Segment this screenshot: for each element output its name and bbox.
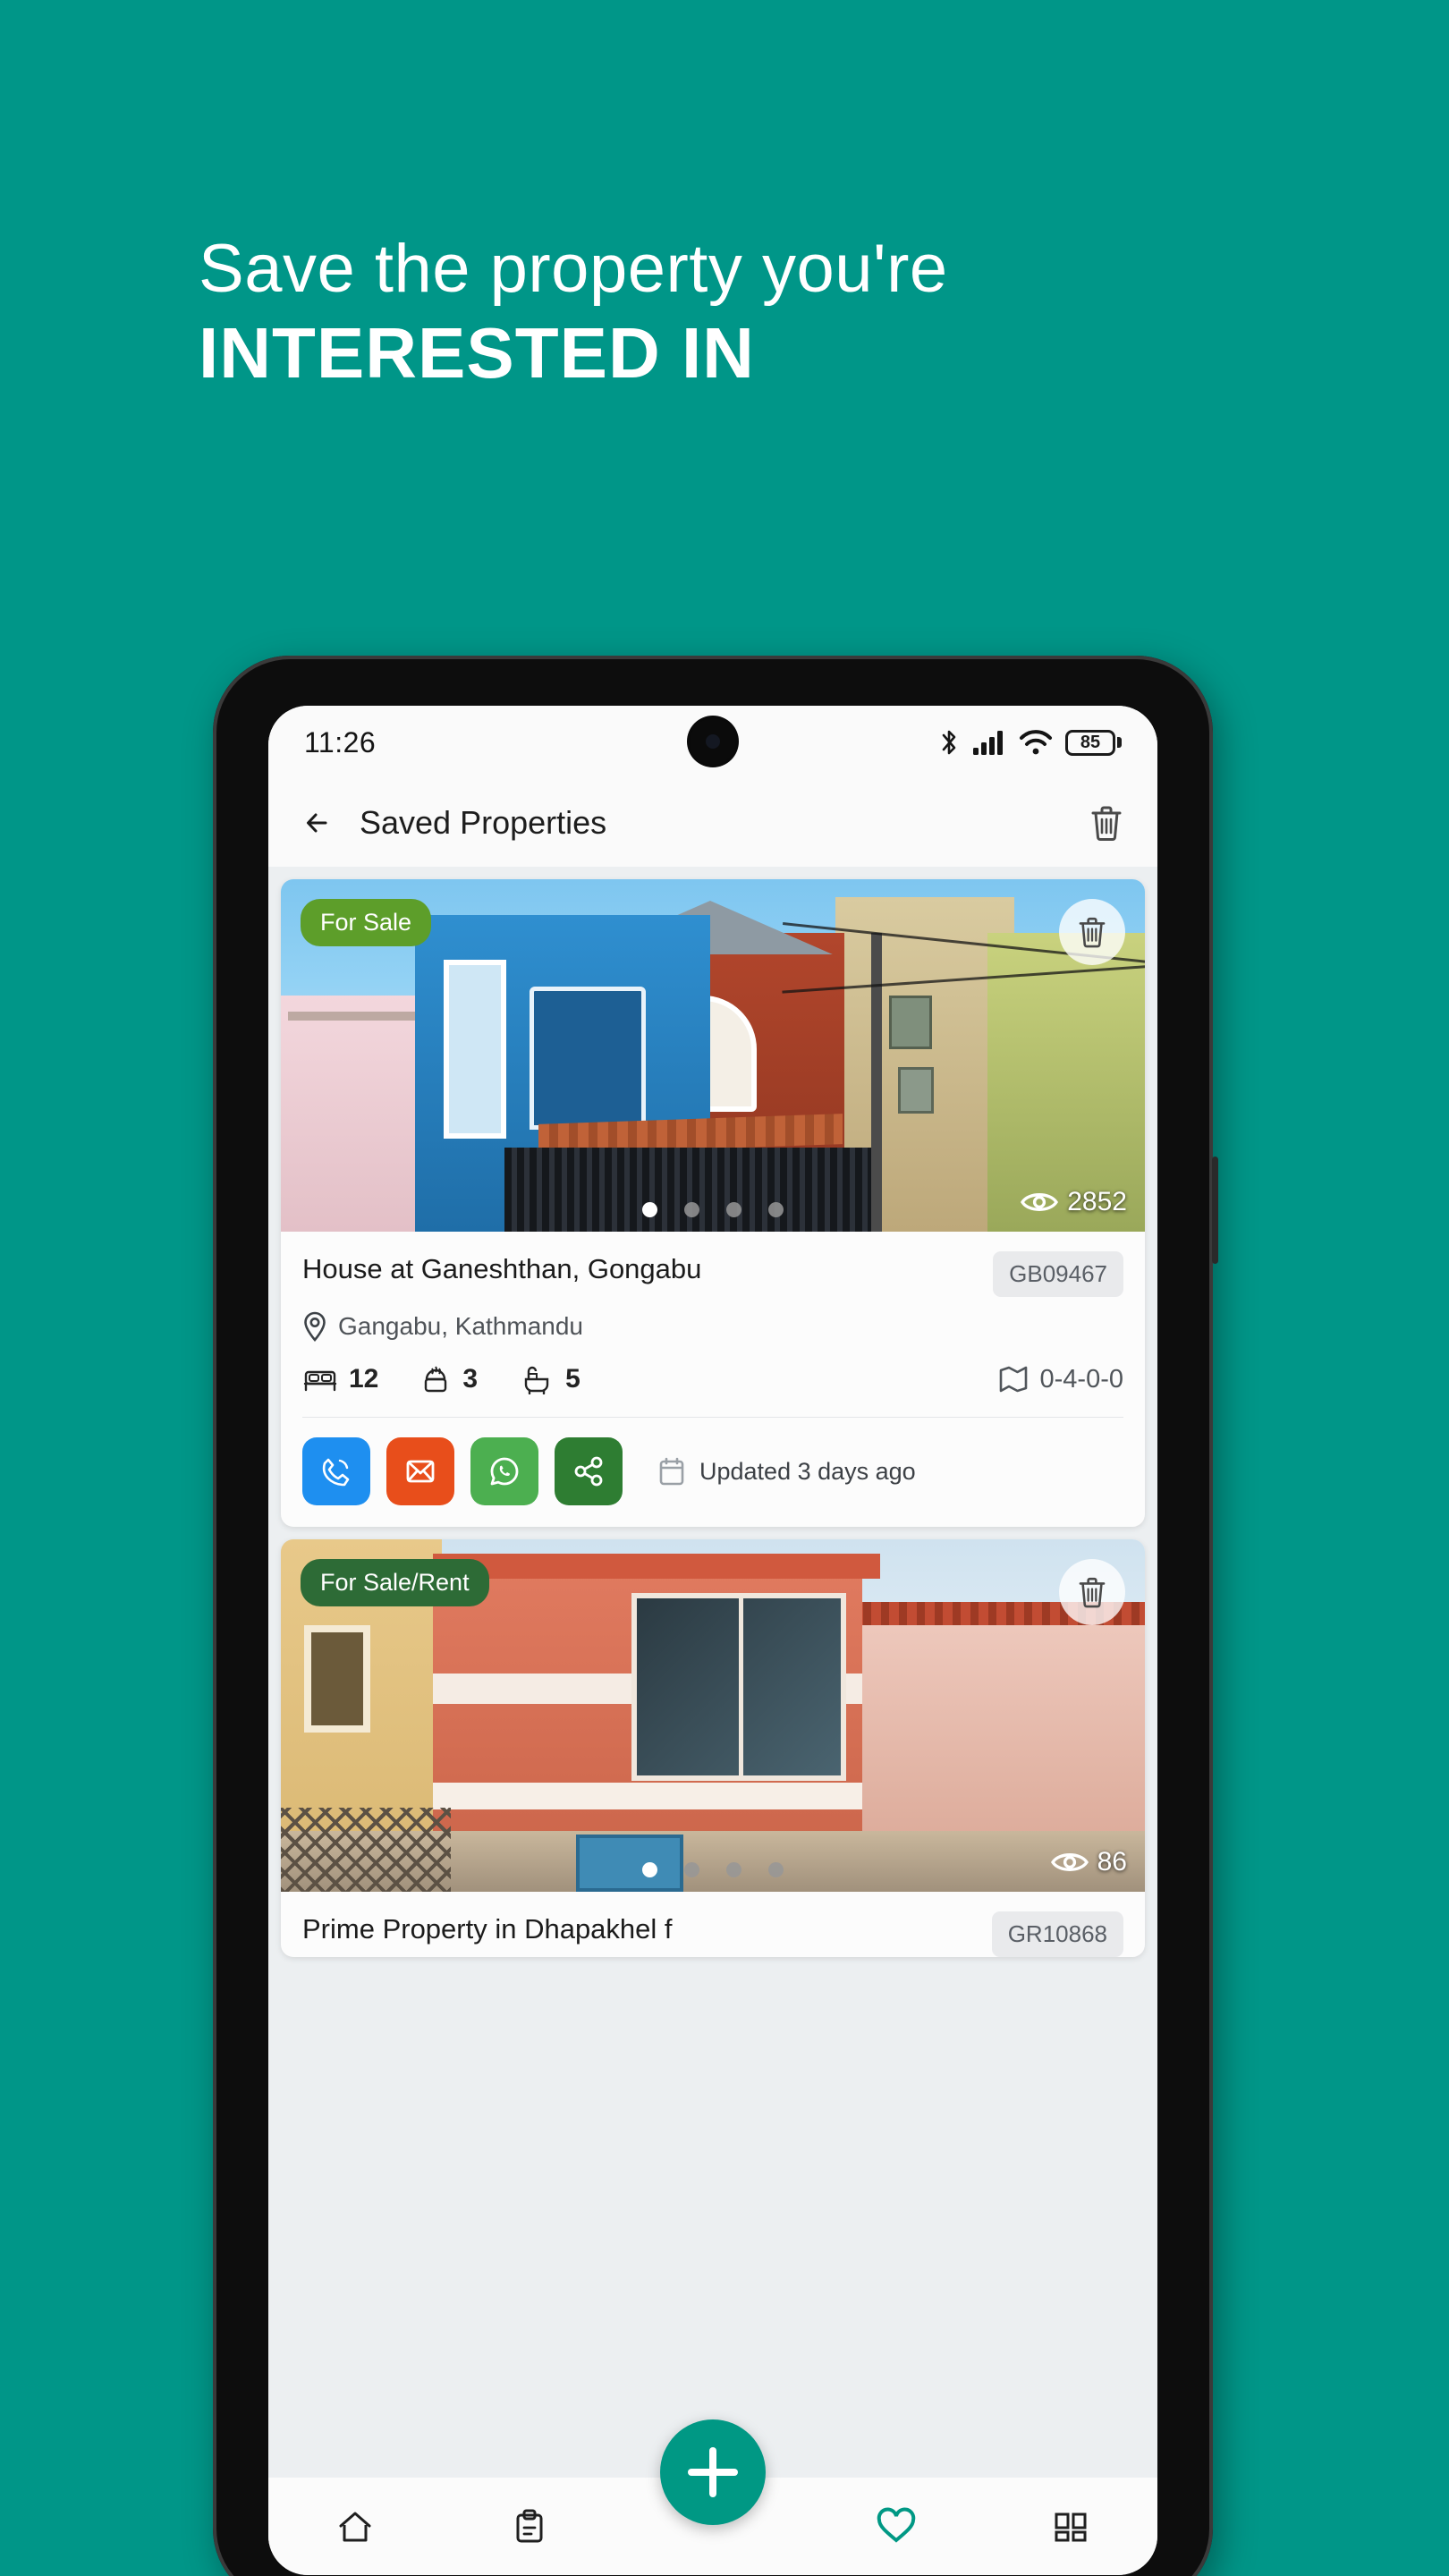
spec-bathrooms-value: 5 (565, 1364, 580, 1394)
nav-more[interactable] (983, 2506, 1157, 2547)
carousel-dot[interactable] (726, 1862, 741, 1877)
status-bar: 11:26 85 (268, 706, 1157, 779)
heart-icon (877, 2507, 915, 2543)
delete-all-button[interactable] (1086, 802, 1127, 843)
battery-icon: 85 (1065, 729, 1122, 756)
spec-kitchens-value: 3 (462, 1364, 479, 1394)
location-pin-icon (304, 1311, 326, 1342)
bluetooth-icon (942, 730, 956, 755)
spec-kitchens: 3 (419, 1363, 478, 1395)
share-button[interactable] (555, 1437, 623, 1505)
status-icons: 85 (938, 728, 1122, 757)
property-details: Prime Property in Dhapakhel f GR10868 (281, 1892, 1145, 1957)
add-property-fab[interactable] (660, 2419, 766, 2525)
calendar-icon (659, 1457, 684, 1486)
eye-icon (1021, 1193, 1059, 1211)
property-id-badge: GR10868 (991, 1911, 1123, 1957)
trash-icon (1091, 806, 1122, 841)
property-id-badge: GB09467 (993, 1251, 1123, 1297)
property-photo[interactable]: For Sale/Rent 86 (281, 1539, 1145, 1892)
grid-icon (1055, 2512, 1087, 2541)
carousel-dot[interactable] (768, 1202, 784, 1217)
whatsapp-button[interactable] (470, 1437, 538, 1505)
whatsapp-icon (490, 1457, 519, 1486)
share-icon (574, 1456, 603, 1487)
status-badge: For Sale (301, 899, 432, 946)
property-location-text: Gangabu, Kathmandu (338, 1312, 583, 1340)
page-title: Saved Properties (360, 804, 607, 841)
app-bar: Saved Properties (268, 779, 1157, 867)
carousel-dots[interactable] (642, 1862, 784, 1877)
saved-properties-list[interactable]: For Sale 2852 House at Ganeshthan, Gonga… (268, 867, 1157, 2498)
spec-bedrooms: 12 (302, 1364, 378, 1394)
property-specs: 12 3 5 0-4-0-0 (302, 1363, 1123, 1395)
wifi-icon (1020, 730, 1052, 755)
property-details: House at Ganeshthan, Gongabu GB09467 Gan… (281, 1232, 1145, 1527)
updated-info: Updated 3 days ago (657, 1455, 916, 1487)
trash-icon (1079, 917, 1106, 948)
land-area-icon (999, 1366, 1027, 1393)
carousel-dots[interactable] (642, 1202, 784, 1217)
property-actions: Updated 3 days ago (302, 1418, 1123, 1527)
nav-home[interactable] (268, 2506, 443, 2547)
carousel-dot[interactable] (684, 1202, 699, 1217)
email-button[interactable] (386, 1437, 454, 1505)
kitchen-icon (425, 1366, 447, 1393)
front-camera-punchhole (690, 718, 736, 765)
carousel-dot[interactable] (642, 1862, 657, 1877)
property-title: House at Ganeshthan, Gongabu (302, 1253, 702, 1284)
carousel-dot[interactable] (642, 1202, 657, 1217)
call-button[interactable] (302, 1437, 370, 1505)
view-count-value: 2852 (1067, 1187, 1127, 1216)
bed-icon (303, 1370, 337, 1392)
back-arrow-icon (307, 813, 327, 833)
view-count-value: 86 (1097, 1847, 1127, 1877)
property-card[interactable]: For Sale/Rent 86 Prime Property in Dhapa… (281, 1539, 1145, 1957)
headline-line-1: Save the property you're (199, 231, 948, 307)
nav-saved[interactable] (809, 2506, 983, 2547)
status-time: 11:26 (304, 725, 377, 758)
updated-text: Updated 3 days ago (699, 1457, 916, 1485)
carousel-dot[interactable] (768, 1862, 784, 1877)
nav-listings[interactable] (443, 2506, 617, 2547)
spec-area: 0-4-0-0 (997, 1363, 1124, 1395)
remove-property-button[interactable] (1059, 899, 1125, 965)
carousel-dot[interactable] (726, 1202, 741, 1217)
property-card[interactable]: For Sale 2852 House at Ganeshthan, Gonga… (281, 879, 1145, 1527)
property-photo[interactable]: For Sale 2852 (281, 879, 1145, 1232)
back-button[interactable] (299, 804, 336, 842)
property-title: Prime Property in Dhapakhel f (302, 1913, 673, 1945)
remove-property-button[interactable] (1059, 1559, 1125, 1625)
property-location: Gangabu, Kathmandu (302, 1311, 1123, 1342)
trash-icon (1079, 1577, 1106, 1608)
home-icon (339, 2512, 371, 2541)
phone-icon (322, 1458, 350, 1487)
battery-level: 85 (1065, 729, 1115, 756)
spec-bedrooms-value: 12 (349, 1364, 379, 1394)
cellular-signal-icon (973, 731, 1003, 755)
view-count: 2852 (1021, 1187, 1127, 1217)
marketing-headline: Save the property you're INTERESTED IN (199, 228, 1272, 396)
status-badge: For Sale/Rent (301, 1559, 489, 1606)
headline-line-2: INTERESTED IN (199, 313, 755, 393)
clipboard-icon (516, 2509, 543, 2542)
poster-canvas: Save the property you're INTERESTED IN 1… (0, 0, 1449, 2576)
spec-area-value: 0-4-0-0 (1039, 1364, 1124, 1394)
carousel-dot[interactable] (684, 1862, 699, 1877)
view-count: 86 (1050, 1847, 1127, 1877)
spec-bathrooms: 5 (519, 1364, 580, 1394)
phone-screen: 11:26 85 Saved Properties For Sale 2852 … (268, 706, 1157, 2575)
eye-icon (1050, 1853, 1089, 1871)
email-icon (406, 1460, 435, 1483)
bathtub-icon (524, 1366, 549, 1394)
phone-frame: 11:26 85 Saved Properties For Sale 2852 … (213, 656, 1218, 2576)
